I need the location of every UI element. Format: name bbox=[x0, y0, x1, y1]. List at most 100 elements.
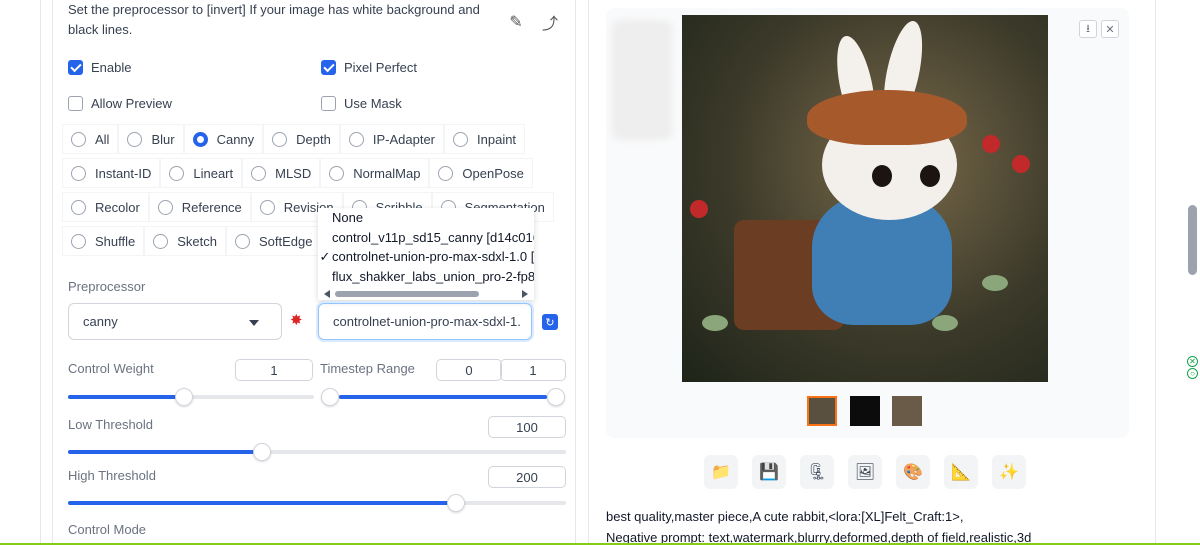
model-value: controlnet-union-pro-max-sdxl-1. bbox=[333, 314, 521, 329]
allow-preview-checkbox-box[interactable] bbox=[68, 96, 83, 111]
dropdown-horizontal-scrollbar[interactable] bbox=[318, 288, 534, 300]
leaf-decoration bbox=[982, 275, 1008, 291]
pixel-perfect-checkbox-box[interactable] bbox=[321, 60, 336, 75]
save-button[interactable]: 💾 bbox=[752, 455, 786, 489]
preprocessor-select[interactable]: canny bbox=[68, 303, 282, 340]
control-type-softedge[interactable]: SoftEdge bbox=[226, 226, 322, 256]
radio-dot[interactable] bbox=[259, 199, 275, 215]
gallery-thumb-3[interactable] bbox=[892, 396, 922, 426]
radio-dot[interactable] bbox=[438, 165, 454, 181]
radio-dot[interactable] bbox=[235, 233, 250, 249]
gallery-thumb-2[interactable] bbox=[850, 396, 880, 426]
close-icon[interactable]: ✕ bbox=[1101, 20, 1119, 38]
use-mask-checkbox-box[interactable] bbox=[321, 96, 336, 111]
extension-icon[interactable]: ○ bbox=[1187, 368, 1198, 379]
high-threshold-thumb[interactable] bbox=[447, 494, 465, 512]
run-preprocessor-icon[interactable]: ✸ bbox=[290, 311, 303, 329]
model-option-union-pro-max[interactable]: ✓ controlnet-union-pro-max-sdxl-1.0 [9 bbox=[318, 247, 534, 267]
refresh-models-icon[interactable]: ↻ bbox=[542, 314, 558, 330]
timestep-start-thumb[interactable] bbox=[321, 388, 339, 406]
radio-dot[interactable] bbox=[71, 131, 86, 147]
radio-label: Blur bbox=[151, 131, 175, 147]
zip-button[interactable]: 🗜 bbox=[800, 455, 834, 489]
enable-checkbox-box[interactable] bbox=[68, 60, 83, 75]
radio-dot[interactable] bbox=[251, 165, 267, 181]
radio-label: Sketch bbox=[177, 233, 217, 249]
send-to-img2img-button[interactable]: 🖼 bbox=[848, 455, 882, 489]
model-option-canny-sd15[interactable]: control_v11p_sd15_canny [d14c016b bbox=[318, 228, 534, 248]
right-gutter-border bbox=[1155, 0, 1156, 545]
preprocessor-label: Preprocessor bbox=[68, 279, 146, 294]
control-type-all[interactable]: All bbox=[62, 124, 119, 154]
edit-icon[interactable]: ✎ bbox=[502, 8, 530, 36]
radio-label: IP-Adapter bbox=[372, 131, 436, 147]
control-type-row-4: Shuffle Sketch SoftEdge bbox=[62, 226, 322, 256]
control-type-shuffle[interactable]: Shuffle bbox=[62, 226, 145, 256]
allow-preview-label: Allow Preview bbox=[91, 96, 172, 111]
send-to-inpaint-button[interactable]: 🎨 bbox=[896, 455, 930, 489]
radio-dot[interactable] bbox=[453, 131, 469, 147]
low-threshold-label: Low Threshold bbox=[68, 417, 154, 432]
control-type-canny[interactable]: Canny bbox=[183, 124, 264, 154]
radio-dot[interactable] bbox=[71, 165, 86, 181]
send-to-extras-button[interactable]: 📐 bbox=[944, 455, 978, 489]
control-type-row-1: All Blur Canny Depth IP-Adapter Inpaint bbox=[62, 124, 526, 154]
model-option-none[interactable]: None bbox=[318, 208, 534, 228]
control-type-inpaint[interactable]: Inpaint bbox=[444, 124, 526, 154]
control-type-lineart[interactable]: Lineart bbox=[160, 158, 243, 188]
allow-preview-checkbox[interactable]: Allow Preview bbox=[68, 96, 172, 111]
scroll-thumb bbox=[335, 291, 479, 297]
control-type-mlsd[interactable]: MLSD bbox=[242, 158, 321, 188]
radio-dot[interactable] bbox=[71, 199, 86, 215]
radio-label: OpenPose bbox=[462, 165, 524, 181]
control-type-normalmap[interactable]: NormalMap bbox=[320, 158, 430, 188]
page-scrollbar-thumb[interactable] bbox=[1188, 205, 1197, 275]
low-threshold-thumb[interactable] bbox=[253, 443, 271, 461]
timestep-start-input[interactable]: 0 bbox=[436, 359, 502, 381]
use-mask-checkbox[interactable]: Use Mask bbox=[321, 96, 402, 111]
open-folder-button[interactable]: 📁 bbox=[704, 455, 738, 489]
control-weight-thumb[interactable] bbox=[175, 388, 193, 406]
model-dropdown-list: None control_v11p_sd15_canny [d14c016b ✓… bbox=[318, 208, 534, 300]
radio-label: Inpaint bbox=[477, 131, 517, 147]
control-type-blur[interactable]: Blur bbox=[118, 124, 184, 154]
control-type-sketch[interactable]: Sketch bbox=[144, 226, 226, 256]
check-icon: ✓ bbox=[319, 249, 331, 264]
rabbit-eye bbox=[920, 165, 940, 187]
low-threshold-input[interactable]: 100 bbox=[488, 416, 566, 438]
control-type-openpose[interactable]: OpenPose bbox=[429, 158, 533, 188]
control-type-depth[interactable]: Depth bbox=[263, 124, 340, 154]
radio-dot[interactable] bbox=[157, 199, 173, 215]
model-option-flux-union[interactable]: flux_shakker_labs_union_pro-2-fp8 [ bbox=[318, 267, 534, 287]
high-threshold-input[interactable]: 200 bbox=[488, 466, 566, 488]
radio-dot[interactable] bbox=[329, 165, 345, 181]
pixel-perfect-label: Pixel Perfect bbox=[344, 60, 417, 75]
pixel-perfect-checkbox[interactable]: Pixel Perfect bbox=[321, 60, 417, 75]
model-select[interactable]: controlnet-union-pro-max-sdxl-1. bbox=[318, 303, 532, 340]
radio-dot[interactable] bbox=[71, 233, 86, 249]
radio-dot[interactable] bbox=[169, 165, 185, 181]
timestep-end-input[interactable]: 1 bbox=[500, 359, 566, 381]
radio-dot[interactable] bbox=[127, 131, 143, 147]
timestep-end-thumb[interactable] bbox=[547, 388, 565, 406]
control-type-instant-id[interactable]: Instant-ID bbox=[62, 158, 161, 188]
radio-dot[interactable] bbox=[272, 131, 288, 147]
control-type-ip-adapter[interactable]: IP-Adapter bbox=[339, 124, 445, 154]
radio-dot-selected[interactable] bbox=[192, 131, 208, 147]
swap-icon[interactable]: ⤴ bbox=[536, 8, 564, 36]
radio-label: Lineart bbox=[193, 165, 234, 181]
rabbit-eye bbox=[872, 165, 892, 187]
control-type-reference[interactable]: Reference bbox=[148, 192, 251, 222]
radio-label: Recolor bbox=[95, 199, 140, 215]
control-weight-input[interactable]: 1 bbox=[235, 359, 313, 381]
extension-icon[interactable]: ✕ bbox=[1187, 356, 1198, 367]
radio-dot[interactable] bbox=[153, 233, 169, 249]
radio-dot[interactable] bbox=[348, 131, 364, 147]
upscale-button[interactable]: ✨ bbox=[992, 455, 1026, 489]
gallery-thumb-1[interactable] bbox=[807, 396, 837, 426]
extension-icons[interactable]: ✕ ○ bbox=[1187, 356, 1199, 380]
enable-checkbox[interactable]: Enable bbox=[68, 60, 131, 75]
generated-image[interactable] bbox=[682, 15, 1048, 382]
download-icon[interactable]: ⭳ bbox=[1079, 20, 1097, 38]
control-type-recolor[interactable]: Recolor bbox=[62, 192, 149, 222]
